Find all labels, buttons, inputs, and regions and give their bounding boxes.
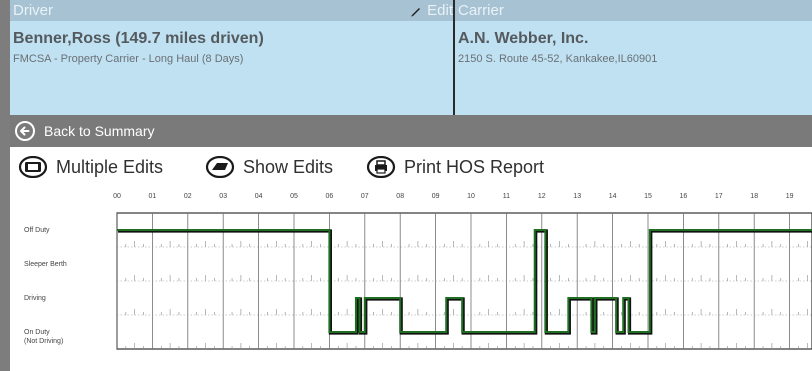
print-hos-report-button[interactable]: Print HOS Report (366, 156, 544, 178)
status-row-note: (Not Driving) (24, 338, 63, 345)
hour-tick-label: 09 (432, 193, 440, 200)
status-row-label: Off Duty (24, 227, 50, 234)
hour-tick-label: 10 (467, 193, 475, 200)
back-to-summary-label: Back to Summary (44, 123, 155, 139)
driver-panel: Driver Edit Benner,Ross (149.7 miles dri… (10, 0, 453, 115)
carrier-address: 2150 S. Route 45-52, Kankakee,IL60901 (458, 53, 658, 65)
multiple-edits-label: Multiple Edits (56, 156, 164, 177)
toolbar: Multiple Edits Show Edits Print HOS Repo… (10, 150, 812, 190)
hour-tick-label: 00 (113, 193, 121, 200)
hour-tick-label: 03 (219, 193, 227, 200)
hos-duty-status-graph: 00 01 02 03 04 05 06 07 08 09 10 11 12 13 14 15 16 17 18 19… (24, 193, 812, 350)
hour-tick-label: 17 (715, 193, 723, 200)
hour-tick-label: 07 (361, 193, 369, 200)
carrier-panel-header: Carrier (455, 0, 812, 21)
hour-tick-label: 05 (290, 193, 298, 200)
hour-tick-label: 04 (255, 193, 263, 200)
status-row-label: On Duty (24, 329, 50, 336)
pencil-icon (411, 7, 421, 16)
hour-tick-label: 16 (680, 193, 688, 200)
status-row-label: Sleeper Berth (24, 261, 67, 268)
printer-icon (366, 156, 396, 178)
status-row-label: Driving (24, 295, 46, 302)
show-edits-label: Show Edits (243, 156, 334, 177)
hour-tick-label: 08 (396, 193, 404, 200)
hour-tick-label: 13 (573, 193, 581, 200)
hour-tick-label: 18 (750, 193, 758, 200)
hour-tick-label: 14 (609, 193, 617, 200)
edit-driver-button[interactable]: Edit (409, 0, 453, 21)
hour-tick-label: 06 (326, 193, 334, 200)
driver-panel-header: Driver Edit (10, 0, 453, 21)
driver-ruleset: FMCSA - Property Carrier - Long Haul (8 … (13, 53, 244, 65)
print-hos-report-label: Print HOS Report (404, 156, 545, 177)
hour-tick-label: 12 (538, 193, 546, 200)
show-edits-button[interactable]: Show Edits (205, 156, 333, 178)
window-edge (0, 0, 10, 371)
multiple-edits-icon (18, 156, 48, 178)
carrier-name: A.N. Webber, Inc. (458, 30, 589, 47)
duty-status-trace-shadow (118, 229, 812, 335)
hos-log-screen: Driver Edit Benner,Ross (149.7 miles dri… (0, 0, 812, 371)
carrier-header-label: Carrier (458, 2, 504, 19)
multiple-edits-button[interactable]: Multiple Edits (18, 156, 163, 178)
back-to-summary-button[interactable]: Back to Summary (10, 120, 154, 142)
driver-name: Benner,Ross (149.7 miles driven) (13, 30, 264, 47)
carrier-panel: Carrier A.N. Webber, Inc. 2150 S. Route … (455, 0, 812, 115)
back-arrow-icon (15, 121, 35, 141)
hour-tick-label: 01 (149, 193, 157, 200)
hour-tick-label: 19 (786, 193, 794, 200)
navigation-bar: Back to Summary (10, 115, 812, 147)
driver-header-label: Driver (13, 2, 53, 19)
hour-tick-label: 15 (644, 193, 652, 200)
hour-tick-label: 11 (503, 193, 510, 200)
edit-label: Edit (427, 2, 453, 19)
show-edits-icon (205, 156, 235, 178)
hour-tick-label: 02 (184, 193, 192, 200)
